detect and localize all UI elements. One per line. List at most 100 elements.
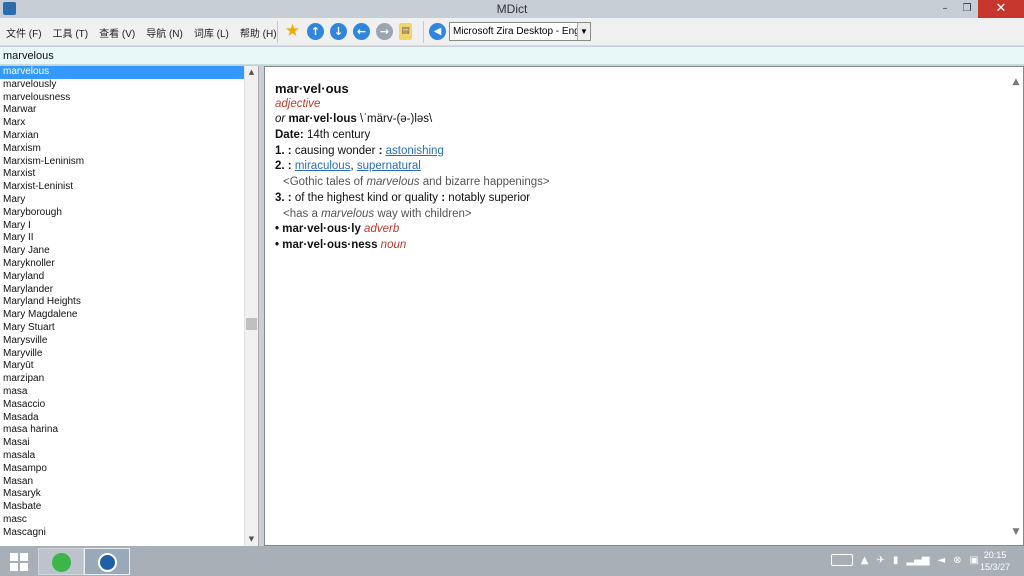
chevron-up-icon[interactable]: ▲: [861, 555, 869, 566]
keyboard-icon[interactable]: [830, 554, 853, 566]
word-list-item[interactable]: Marxism: [0, 143, 245, 156]
word-list-items: marvelous marvelously marvelousness Marwar M…: [0, 66, 245, 539]
word-list-item[interactable]: Marysville: [0, 335, 245, 348]
window-title: MDict: [496, 2, 528, 16]
word-list-item[interactable]: Marx: [0, 117, 245, 130]
speaker-icon[interactable]: ◀: [429, 23, 446, 40]
menu-help[interactable]: 帮助 (H): [240, 25, 277, 40]
sense-3-example: <has a marvelous way with children>: [283, 207, 472, 220]
scroll-up-icon[interactable]: ▲: [1009, 77, 1023, 87]
word-list-item[interactable]: marvelously: [0, 79, 245, 92]
battery-icon[interactable]: ▮: [893, 555, 899, 566]
scroll-down-icon[interactable]: ▼: [245, 533, 258, 546]
word-list-item[interactable]: masc: [0, 514, 245, 527]
word-list-item[interactable]: Mary II: [0, 232, 245, 245]
arrow-down-icon[interactable]: ↓: [330, 23, 347, 40]
speaker-tray-icon[interactable]: ◄: [937, 555, 945, 566]
definition-scrollbar[interactable]: ▲ ▼: [1009, 67, 1023, 545]
link-miraculous[interactable]: miraculous: [295, 160, 351, 172]
word-list-item[interactable]: Maryborough: [0, 207, 245, 220]
menu-tools[interactable]: 工具 (T): [53, 25, 89, 40]
back-icon[interactable]: ←: [353, 23, 370, 40]
voice-select[interactable]: Microsoft Zira Desktop - Eng ▼: [449, 22, 591, 41]
pen-icon[interactable]: ✈: [876, 555, 884, 566]
word-list-item[interactable]: Masan: [0, 476, 245, 489]
menu-view[interactable]: 查看 (V): [99, 25, 135, 40]
word-list-item[interactable]: masa harina: [0, 424, 245, 437]
toolbar: 文件 (F) 工具 (T) 查看 (V) 导航 (N) 词库 (L) 帮助 (H…: [0, 18, 1024, 46]
word-list-item[interactable]: marzipan: [0, 373, 245, 386]
word-list-item[interactable]: Maryland: [0, 271, 245, 284]
word-list-item[interactable]: Mary: [0, 194, 245, 207]
word-list-item[interactable]: Marxist-Leninist: [0, 181, 245, 194]
word-list-item[interactable]: marvelousness: [0, 92, 245, 105]
taskbar-mdict-button[interactable]: [84, 548, 130, 575]
word-list-item[interactable]: Marwar: [0, 104, 245, 117]
title-bar: MDict – ❐ ✕: [0, 0, 1024, 18]
word-list-item[interactable]: Maryknoller: [0, 258, 245, 271]
menu-file[interactable]: 文件 (F): [6, 25, 42, 40]
word-list-item[interactable]: masa: [0, 386, 245, 399]
sense-1: 1. : causing wonder : astonishing: [275, 144, 444, 157]
chevron-down-icon[interactable]: ▼: [577, 23, 590, 40]
derived-form-1: • mar·vel·ous·ly adverb: [275, 223, 400, 236]
word-list-item[interactable]: Mascagni: [0, 527, 245, 540]
word-list-item[interactable]: Mary Stuart: [0, 322, 245, 335]
link-astonishing[interactable]: astonishing: [386, 145, 444, 157]
part-of-speech: adjective: [275, 97, 321, 110]
word-list-item[interactable]: Masaryk: [0, 488, 245, 501]
word-list-item[interactable]: Maryūt: [0, 360, 245, 373]
word-list-item[interactable]: Mary Magdalene: [0, 309, 245, 322]
word-list-item[interactable]: Maryland Heights: [0, 296, 245, 309]
browser-icon: [52, 553, 71, 572]
word-list-item[interactable]: Masada: [0, 412, 245, 425]
network-icon[interactable]: ▣: [970, 555, 979, 566]
variant-word: mar·vel·lous: [288, 113, 357, 126]
close-button[interactable]: ✕: [978, 0, 1024, 18]
word-list-item[interactable]: Mary I: [0, 220, 245, 233]
word-list-item[interactable]: Masai: [0, 437, 245, 450]
variant-line: or mar·vel·lous \ˈmärv-(ə-)ləs\: [275, 113, 433, 126]
word-list-item[interactable]: Masaccio: [0, 399, 245, 412]
sense-3: 3. : of the highest kind or quality : no…: [275, 191, 531, 204]
action-center-icon[interactable]: ⊗: [953, 555, 961, 566]
word-list: marvelous marvelously marvelousness Marwar M…: [0, 66, 259, 546]
clock-date: 15/3/27: [979, 562, 1010, 572]
minimize-button[interactable]: –: [934, 0, 956, 18]
signal-icon[interactable]: ▂▄▆: [906, 555, 929, 566]
word-list-item[interactable]: masala: [0, 450, 245, 463]
favorite-star-icon[interactable]: ★: [284, 23, 301, 40]
definition-pane: mar·vel·ous adjective or mar·vel·lous \ˈ…: [264, 66, 1024, 546]
word-list-item[interactable]: Masbate: [0, 501, 245, 514]
mdict-window: MDict – ❐ ✕ 文件 (F) 工具 (T) 查看 (V) 导航 (N) …: [0, 0, 1024, 546]
restore-button[interactable]: ❐: [956, 0, 978, 18]
word-list-item[interactable]: Marxism-Leninism: [0, 156, 245, 169]
clock[interactable]: 20:15 15/3/27: [980, 549, 1010, 573]
menu-library[interactable]: 词库 (L): [194, 25, 229, 40]
scroll-down-icon[interactable]: ▼: [1009, 527, 1023, 537]
clock-time: 20:15: [983, 550, 1007, 560]
toolbar-separator: [277, 21, 278, 43]
scroll-thumb[interactable]: [246, 318, 257, 330]
word-list-item[interactable]: Masampo: [0, 463, 245, 476]
windows-start-icon[interactable]: [10, 553, 28, 571]
word-list-item[interactable]: Marylander: [0, 284, 245, 297]
date-line: Date: 14th century: [275, 129, 371, 142]
link-supernatural[interactable]: supernatural: [357, 160, 421, 172]
word-list-item[interactable]: marvelous: [0, 66, 245, 79]
scroll-up-icon[interactable]: ▲: [245, 66, 258, 79]
taskbar-browser-button[interactable]: [38, 548, 84, 575]
menu-bar: 文件 (F) 工具 (T) 查看 (V) 导航 (N) 词库 (L) 帮助 (H…: [0, 25, 282, 40]
clipboard-icon[interactable]: ▤: [399, 23, 412, 40]
voice-select-value: Microsoft Zira Desktop - Eng: [453, 26, 580, 37]
menu-navigate[interactable]: 导航 (N): [146, 25, 183, 40]
word-list-item[interactable]: Maryville: [0, 348, 245, 361]
arrow-up-icon[interactable]: ↑: [307, 23, 324, 40]
forward-icon[interactable]: →: [376, 23, 393, 40]
word-list-item[interactable]: Marxian: [0, 130, 245, 143]
search-input[interactable]: marvelous: [0, 47, 1024, 65]
word-list-item[interactable]: Mary Jane: [0, 245, 245, 258]
word-list-scrollbar[interactable]: ▲ ▼: [244, 66, 258, 546]
word-list-item[interactable]: Marxist: [0, 168, 245, 181]
headword: mar·vel·ous: [275, 81, 349, 96]
